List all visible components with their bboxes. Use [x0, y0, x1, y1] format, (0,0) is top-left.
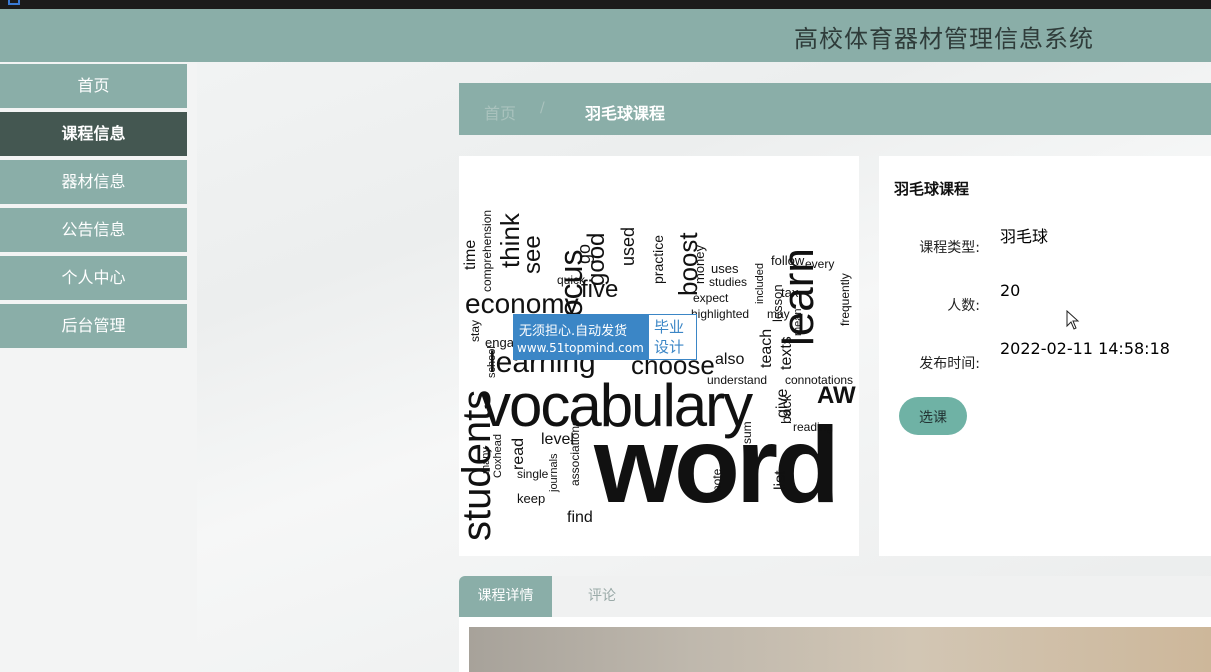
app-title: 高校体育器材管理信息系统 — [794, 25, 1094, 53]
nav-item-equipment-info[interactable]: 器材信息 — [0, 160, 187, 204]
tab-course-detail[interactable]: 课程详情 — [459, 576, 552, 617]
tab-comments[interactable]: 评论 — [562, 576, 642, 617]
wordcloud-word: many — [480, 447, 492, 474]
wordcloud-word: studies — [709, 275, 748, 289]
wordcloud-word: comprehension — [480, 209, 494, 292]
wordcloud-word: included — [754, 263, 766, 304]
wordcloud-word: mean — [792, 308, 804, 336]
wordcloud-word: keep — [517, 491, 546, 506]
course-type-label: 课程类型: — [919, 240, 980, 256]
publish-time-value: 2022-02-11 14:58:18 — [1000, 339, 1170, 358]
tab-favicon-icon — [8, 0, 20, 5]
wordcloud-word: school — [486, 346, 498, 378]
wordcloud-word: teach — [758, 328, 775, 368]
app-header: 高校体育器材管理信息系统 — [0, 9, 1211, 62]
course-title: 羽毛球课程 — [894, 180, 970, 198]
watermark-right: 毕业设计 — [654, 317, 690, 357]
watermark-line1: 无须担心.自动发货 — [519, 324, 628, 339]
course-type-value: 羽毛球 — [1000, 227, 1049, 246]
wordcloud-word: practice — [650, 234, 666, 284]
watermark-left: 无须担心.自动发货 www.51topmind.com — [514, 315, 649, 359]
wordcloud-word: used — [618, 226, 638, 266]
wordcloud-word: uses — [711, 261, 739, 276]
wordcloud-word: note — [710, 468, 724, 492]
breadcrumb-home-link[interactable]: 首页 — [484, 100, 516, 124]
count-value: 20 — [1000, 281, 1021, 300]
browser-tab-strip — [0, 0, 1211, 9]
wordcloud-word: frequently — [838, 273, 852, 326]
wordcloud-word: reading — [793, 420, 834, 434]
wordcloud-word: may — [767, 307, 790, 321]
wordcloud-word: texts — [778, 336, 795, 370]
watermark-badge: 无须担心.自动发货 www.51topmind.com 毕业设计 — [513, 314, 697, 360]
publish-time-label: 发布时间: — [919, 356, 980, 372]
wordcloud-word: highlighted — [691, 307, 750, 321]
wordcloud-word: understand — [707, 373, 768, 387]
mouse-cursor-icon — [1066, 310, 1080, 330]
nav-item-course-info[interactable]: 课程信息 — [0, 112, 187, 156]
count-label: 人数: — [947, 298, 980, 314]
wordcloud-word: every — [805, 257, 835, 271]
breadcrumb-current: 羽毛球课程 — [585, 104, 666, 123]
wordcloud-word: read — [510, 437, 527, 470]
count-row: 人数: — [879, 281, 980, 327]
nav-item-admin[interactable]: 后台管理 — [0, 304, 187, 348]
wordcloud-word: Coxhead — [492, 433, 504, 478]
wordcloud-word: single — [517, 467, 549, 481]
wordcloud-word: see — [519, 235, 546, 274]
detail-image — [469, 627, 1211, 672]
wordcloud-word: stay — [468, 319, 482, 342]
wordcloud-word: expect — [693, 291, 729, 305]
watermark-line2: www.51topmind.com — [517, 341, 644, 355]
wordcloud-word: also — [715, 351, 745, 368]
wordcloud-word: sum — [740, 421, 754, 444]
breadcrumb: 首页 / 羽毛球课程 — [459, 83, 1211, 135]
select-course-button[interactable]: 选课 — [899, 397, 967, 435]
wordcloud-word: AW — [817, 382, 856, 409]
wordcloud-word: back — [778, 394, 794, 424]
wordcloud-word: list — [772, 470, 789, 490]
watermark-right-text: 毕业设计 — [654, 318, 685, 356]
wordcloud-word: associations — [568, 419, 582, 486]
publish-time-row: 发布时间: — [879, 339, 980, 385]
course-info-card: 羽毛球课程 课程类型: 羽毛球 人数: 20 发布时间: 2022-02-11 … — [879, 156, 1211, 556]
nav-item-personal-center[interactable]: 个人中心 — [0, 256, 187, 300]
wordcloud-word: quick — [557, 273, 586, 287]
detail-tabs: 课程详情 评论 — [459, 576, 1211, 617]
wordcloud-word: time — [462, 239, 479, 270]
wordcloud-word: follow — [771, 253, 805, 268]
wordcloud-word: find — [567, 509, 593, 526]
nav-item-home[interactable]: 首页 — [0, 64, 187, 108]
wordcloud-word: journals — [548, 453, 560, 492]
sidebar-nav: 首页 课程信息 器材信息 公告信息 个人中心 后台管理 — [0, 64, 187, 352]
wordcloud-word: money — [692, 244, 707, 284]
breadcrumb-separator: / — [540, 100, 545, 116]
wordcloud-word: go — [574, 243, 594, 264]
nav-item-announcements[interactable]: 公告信息 — [0, 208, 187, 252]
course-type-row: 课程类型: — [879, 223, 980, 269]
